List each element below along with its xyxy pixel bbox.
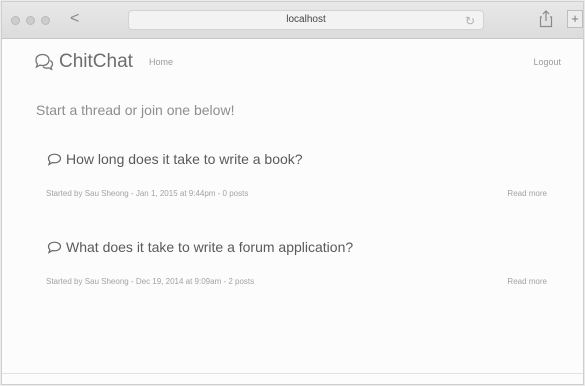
page-divider	[2, 373, 583, 374]
thread-title: What does it take to write a forum appli…	[66, 239, 354, 255]
new-tab-button[interactable]: +	[567, 10, 583, 28]
address-bar[interactable]: localhost ↻	[128, 10, 484, 30]
minimize-window-icon[interactable]	[26, 16, 35, 25]
thread-item: What does it take to write a forum appli…	[46, 239, 561, 286]
read-more-link[interactable]: Read more	[507, 189, 547, 198]
address-url: localhost	[286, 14, 326, 25]
brand-name: ChitChat	[59, 51, 133, 72]
speech-bubble-icon	[47, 241, 62, 254]
read-more-link[interactable]: Read more	[507, 277, 547, 286]
thread-meta: Started by Sau Sheong - Dec 19, 2014 at …	[46, 277, 255, 286]
chat-bubbles-icon	[34, 53, 54, 71]
browser-toolbar: < localhost ↻ +	[2, 2, 583, 39]
page-content: ChitChat Home Logout Start a thread or j…	[2, 39, 583, 384]
navbar: ChitChat Home Logout	[2, 39, 583, 87]
thread-meta: Started by Sau Sheong - Jan 1, 2015 at 9…	[46, 189, 249, 198]
speech-bubble-icon	[47, 153, 62, 166]
share-icon[interactable]	[539, 10, 553, 28]
zoom-window-icon[interactable]	[41, 16, 50, 25]
brand-link[interactable]: ChitChat	[34, 51, 133, 73]
close-window-icon[interactable]	[11, 16, 20, 25]
thread-title-link[interactable]: What does it take to write a forum appli…	[47, 239, 561, 255]
thread-title: How long does it take to write a book?	[66, 151, 303, 167]
nav-logout-link[interactable]: Logout	[533, 57, 561, 67]
thread-item: How long does it take to write a book? S…	[46, 151, 561, 198]
browser-window: < localhost ↻ + ChitChat Home Logout Sta…	[1, 1, 584, 385]
thread-title-link[interactable]: How long does it take to write a book?	[47, 151, 561, 167]
nav-home-link[interactable]: Home	[149, 57, 173, 67]
reload-icon[interactable]: ↻	[465, 12, 475, 30]
back-button[interactable]: <	[70, 9, 79, 29]
lead-text: Start a thread or join one below!	[36, 102, 235, 118]
